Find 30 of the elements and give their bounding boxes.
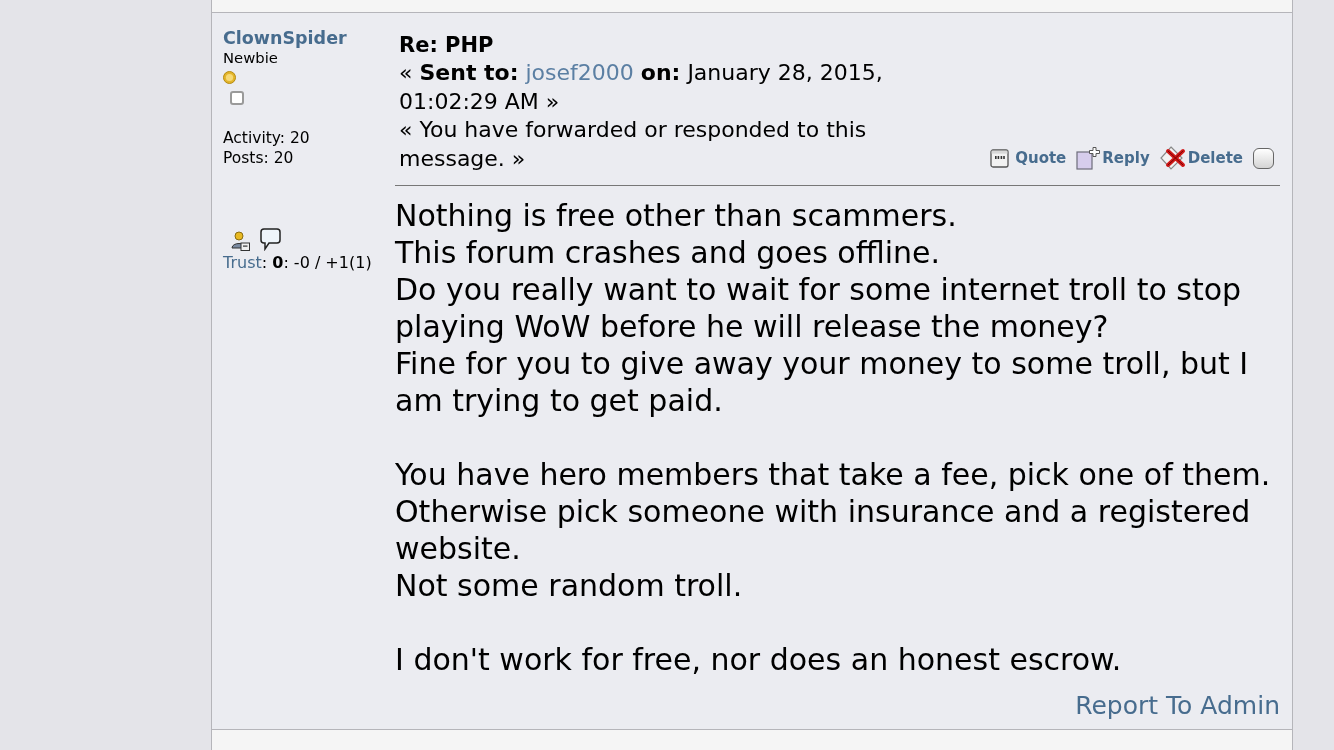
delete-button[interactable]: Delete bbox=[1159, 146, 1243, 170]
sent-info: « Sent to: josef2000 on: January 28, 2015, 01:02:29 AM » bbox=[399, 59, 884, 116]
quote-marks-icon bbox=[990, 148, 1010, 168]
rank-coin-icon bbox=[223, 71, 236, 84]
quote-button[interactable]: Quote bbox=[990, 148, 1067, 168]
trust-link[interactable]: Trust bbox=[223, 253, 262, 272]
speech-bubble-icon[interactable] bbox=[260, 228, 281, 251]
trust-score: Trust: 0: -0 / +1(1) bbox=[223, 253, 372, 273]
x-mark-icon bbox=[1159, 146, 1186, 170]
reply-button[interactable]: Reply bbox=[1076, 146, 1150, 170]
message-subject: Re: PHP bbox=[399, 32, 495, 59]
message-line: Do you really want to wait for some internet troll to stop playing WoW before he will release the money? bbox=[395, 271, 1243, 345]
message-line: Not some random troll. bbox=[395, 567, 744, 604]
message-line: I don't work for free, nor does an honest escrow. bbox=[395, 641, 1123, 678]
page-plus-icon bbox=[1076, 146, 1101, 170]
message-line: This forum crashes and goes offline. bbox=[395, 234, 942, 271]
message-line: Otherwise pick someone with insurance and a registered website. bbox=[395, 493, 1252, 567]
square-icon bbox=[230, 91, 244, 105]
activity-count: Activity: 20 bbox=[223, 128, 310, 148]
member-rank: Newbie bbox=[223, 48, 278, 68]
username-link[interactable]: ClownSpider bbox=[223, 28, 347, 48]
user-card-icon[interactable] bbox=[231, 231, 250, 251]
message-line: Nothing is free other than scammers. bbox=[395, 197, 958, 234]
message-line: You have hero members that take a fee, pick one of them. bbox=[395, 456, 1272, 493]
select-checkbox[interactable] bbox=[1253, 147, 1274, 169]
forwarded-notice: « You have forwarded or responded to this message. » bbox=[399, 116, 868, 173]
post-count: Posts: 20 bbox=[223, 148, 294, 168]
recipient-link[interactable]: josef2000 bbox=[525, 60, 634, 85]
message-line: Fine for you to give away your money to some troll, but I am trying to get paid. bbox=[395, 345, 1250, 419]
report-to-admin-link[interactable]: Report To Admin bbox=[1075, 691, 1280, 721]
